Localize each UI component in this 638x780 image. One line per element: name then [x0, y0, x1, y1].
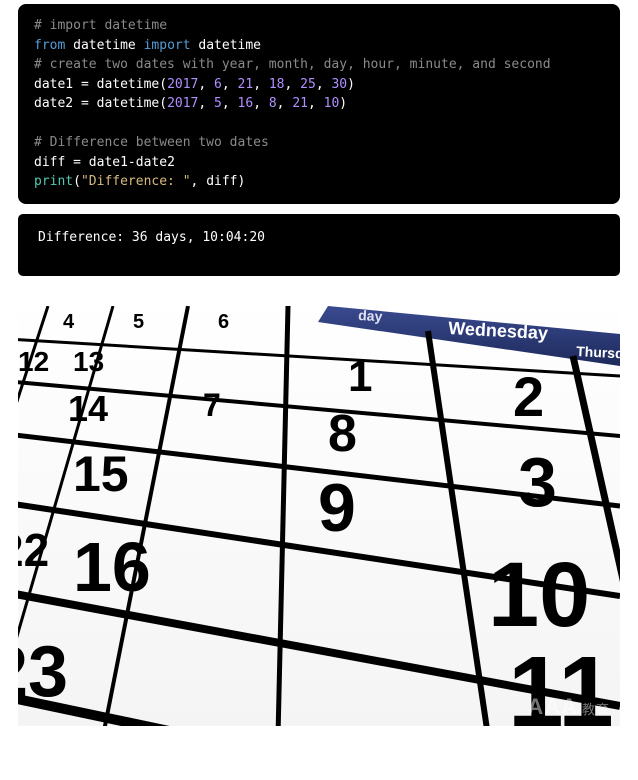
cal-cell: 10	[488, 544, 590, 646]
output-text: Difference: 36 days, 10:04:20	[38, 230, 265, 245]
cal-cell: 5	[133, 311, 144, 333]
cal-cell: 7	[203, 387, 221, 423]
cal-cell: 1	[348, 352, 372, 401]
code-block: # import datetime from datetime import d…	[18, 4, 620, 204]
cal-cell: 6	[218, 311, 229, 333]
cal-cell: 23	[18, 632, 68, 712]
cal-cell: 12	[18, 346, 49, 377]
calendar-header-day: day	[358, 307, 383, 324]
code-line-9: print("Difference: ", diff)	[34, 172, 604, 192]
cal-cell: 4	[63, 311, 75, 333]
code-line-8: diff = date1-date2	[34, 153, 604, 173]
code-line-1: # import datetime	[34, 16, 604, 36]
cal-cell: 3	[518, 443, 557, 521]
cal-cell: 9	[318, 470, 356, 546]
code-line-3: # create two dates with year, month, day…	[34, 55, 604, 75]
cal-cell: 2	[513, 365, 544, 428]
output-block: Difference: 36 days, 10:04:20	[18, 214, 620, 276]
cal-cell: 14	[68, 388, 108, 429]
code-line-7: # Difference between two dates	[34, 133, 604, 153]
calendar-image: day Wednesday Thursday 4 5 6 12 13 1	[18, 306, 620, 726]
code-line-2: from datetime import datetime	[34, 36, 604, 56]
code-line-5: date2 = datetime(2017, 5, 16, 8, 21, 10)	[34, 94, 604, 114]
watermark: AAA教育	[527, 694, 610, 720]
cal-cell: 22	[18, 524, 49, 576]
code-line-4: date1 = datetime(2017, 6, 21, 18, 25, 30…	[34, 75, 604, 95]
cal-cell: 8	[328, 405, 357, 463]
cal-cell: 15	[73, 446, 129, 502]
cal-cell: 16	[73, 528, 151, 606]
code-line-6	[34, 114, 604, 134]
cal-cell: 13	[73, 346, 104, 377]
